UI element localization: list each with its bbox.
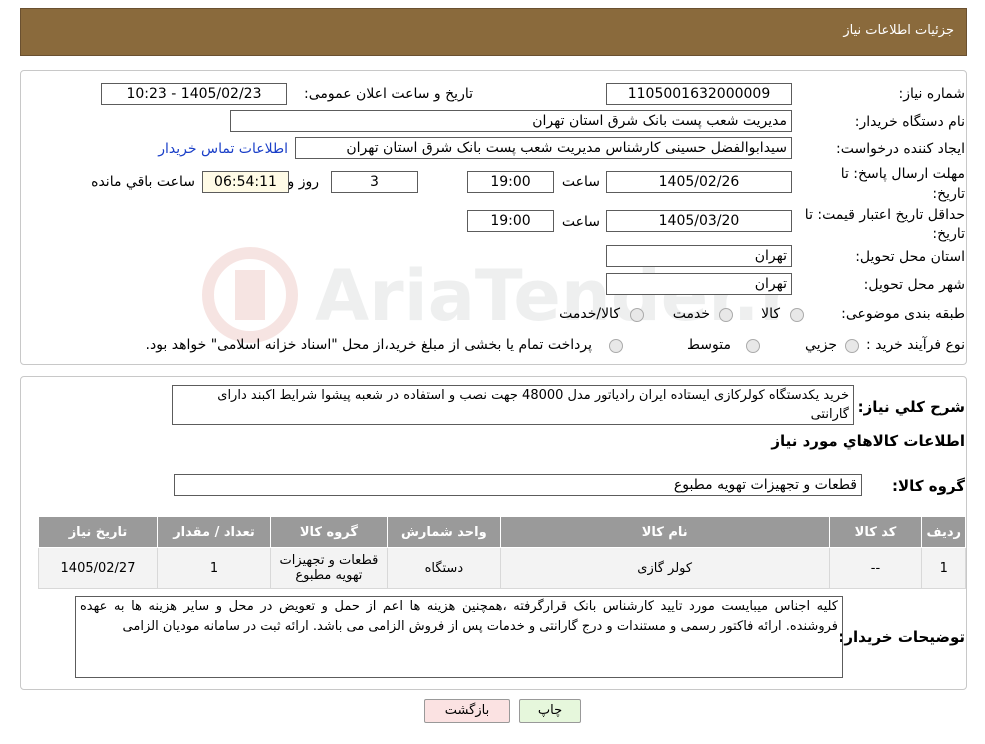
announce-field: 1405/02/23 - 10:23: [101, 83, 287, 105]
category-service-radio[interactable]: [719, 308, 733, 322]
goods-group-field: قطعات و تجهیزات تهویه مطبوع: [174, 474, 862, 496]
buyer-contact-link[interactable]: اطلاعات تماس خریدار: [158, 141, 288, 157]
col-code: کد کالا: [828, 516, 923, 548]
price-validity-time-label: ساعت: [561, 214, 600, 230]
col-group: گروه کالا: [269, 516, 388, 548]
print-button[interactable]: چاپ: [519, 699, 581, 723]
deadline-date-field: 1405/02/26: [606, 171, 792, 193]
city-label: شهر محل تحویل:: [863, 277, 965, 293]
table-header-row: ردیف کد کالا نام کالا واحد شمارش گروه کا…: [38, 516, 966, 548]
remaining-label: ساعت باقي مانده: [91, 174, 195, 190]
description-textarea[interactable]: خرید یکدستگاه کولرکازی ایستاده ایران راد…: [172, 385, 854, 425]
table-row: 1 -- کولر گازی دستگاه قطعات و تجهیزات ته…: [38, 547, 966, 589]
price-validity-label: حداقل تاریخ اعتبار قیمت: تا تاریخ:: [804, 207, 965, 242]
page-header: جزئیات اطلاعات نیاز: [20, 8, 967, 56]
process-minor-radio[interactable]: [845, 339, 859, 353]
goods-group-label: گروه کالا:: [892, 477, 965, 495]
cell-name: کولر گازی: [499, 547, 830, 589]
col-unit: واحد شمارش: [386, 516, 501, 548]
col-qty: تعداد / مقدار: [157, 516, 271, 548]
province-label: استان محل تحویل:: [855, 249, 965, 265]
deadline-time-label: ساعت: [561, 174, 600, 190]
buyer-org-field: مدیریت شعب پست بانک شرق استان تهران: [230, 110, 792, 132]
category-goods-radio[interactable]: [790, 308, 804, 322]
cell-date: 1405/02/27: [38, 547, 158, 589]
cell-code: --: [828, 547, 923, 589]
remaining-time-field: 06:54:11: [202, 171, 289, 193]
deadline-time-field: 19:00: [467, 171, 554, 193]
back-button[interactable]: بازگشت: [424, 699, 510, 723]
cell-unit: دستگاه: [386, 547, 501, 589]
category-goods-service-label: کالا/خدمت: [559, 306, 620, 322]
description-label: شرح کلي نياز:: [857, 398, 965, 416]
process-note: پرداخت تمام یا بخشی از مبلغ خرید،از محل …: [145, 337, 592, 353]
cell-row: 1: [921, 547, 966, 589]
process-label: نوع فرآیند خرید :: [866, 337, 965, 353]
creator-field: سیدابوالفضل حسینی کارشناس مدیریت شعب پست…: [295, 137, 792, 159]
city-field: تهران: [606, 273, 792, 295]
col-name: نام کالا: [499, 516, 830, 548]
process-minor-label: جزیي: [805, 337, 837, 353]
buyer-notes-label: توضیحات خریدار:: [838, 628, 965, 646]
cell-qty: 1: [157, 547, 271, 589]
category-service-label: خدمت: [672, 306, 710, 322]
goods-section-title: اطلاعات کالاهاي مورد نياز: [771, 432, 965, 450]
cell-group: قطعات و تجهیزات تهویه مطبوع: [269, 547, 388, 589]
announce-label: تاریخ و ساعت اعلان عمومی:: [304, 86, 473, 102]
need-number-field: 1105001632000009: [606, 83, 792, 105]
process-treasury-radio[interactable]: [609, 339, 623, 353]
price-validity-time-field: 19:00: [467, 210, 554, 232]
creator-label: ایجاد کننده درخواست:: [836, 141, 965, 157]
category-label: طبقه بندی موضوعی:: [841, 306, 965, 322]
buyer-org-label: نام دستگاه خریدار:: [854, 114, 965, 130]
price-validity-date-field: 1405/03/20: [606, 210, 792, 232]
need-number-label: شماره نیاز:: [898, 86, 966, 102]
days-label: روز و: [287, 174, 320, 190]
category-goods-service-radio[interactable]: [630, 308, 644, 322]
goods-table: ردیف کد کالا نام کالا واحد شمارش گروه کا…: [38, 516, 966, 589]
col-date: تاریخ نیاز: [38, 516, 158, 548]
page-title: جزئیات اطلاعات نیاز: [843, 23, 954, 38]
buyer-notes-textarea[interactable]: کلیه اجناس میبایست مورد تایید کارشناس با…: [75, 596, 843, 678]
days-field: 3: [331, 171, 418, 193]
process-medium-label: متوسط: [687, 337, 731, 353]
deadline-label: مهلت ارسال پاسخ: تا تاریخ:: [840, 166, 965, 202]
col-row: ردیف: [921, 516, 966, 548]
process-medium-radio[interactable]: [746, 339, 760, 353]
category-goods-label: کالا: [761, 306, 780, 322]
province-field: تهران: [606, 245, 792, 267]
